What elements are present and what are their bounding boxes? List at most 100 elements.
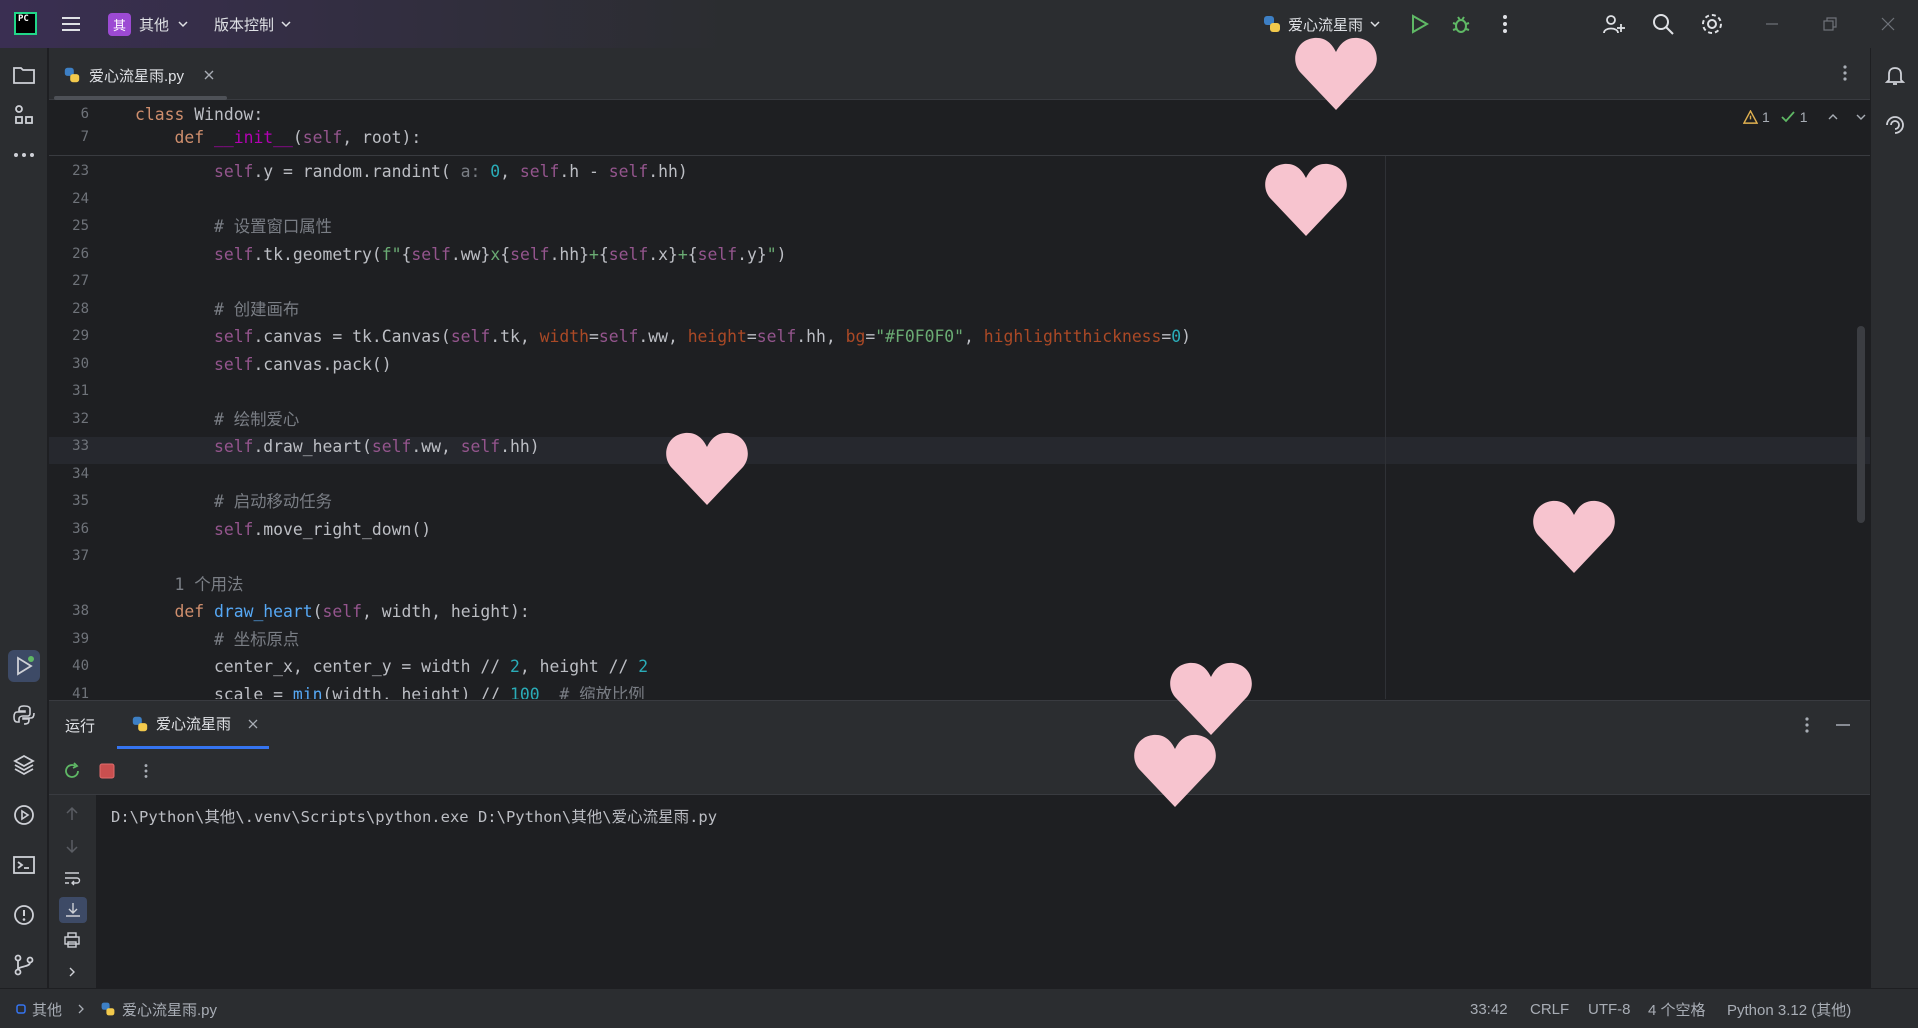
structure-tool-button[interactable]: [11, 102, 37, 128]
soft-wrap-button[interactable]: [63, 869, 81, 887]
run-more-button[interactable]: [137, 762, 155, 780]
inspection-widget[interactable]: 1 1: [1743, 109, 1868, 125]
main-menu-icon[interactable]: [60, 13, 82, 35]
line-number: 31: [72, 383, 89, 399]
rerun-button[interactable]: [62, 761, 82, 781]
line-number: 36: [72, 520, 89, 537]
code-line[interactable]: self.canvas = tk.Canvas(self.tk, width=s…: [135, 323, 1191, 350]
code-line[interactable]: 1 个用法: [135, 571, 243, 598]
scroll-to-end-button[interactable]: [59, 897, 87, 923]
minimize-button[interactable]: [1762, 14, 1782, 34]
notifications-button[interactable]: [1882, 62, 1908, 88]
run-options-button[interactable]: [1797, 715, 1817, 735]
tab-options-button[interactable]: [1835, 63, 1855, 83]
hide-run-window-button[interactable]: [1833, 715, 1853, 735]
terminal-icon: [13, 856, 35, 874]
settings-button[interactable]: [1700, 12, 1724, 36]
line-number: 39: [72, 630, 89, 647]
check-icon: [1781, 111, 1795, 123]
layers-tool-button[interactable]: [11, 752, 37, 778]
code-line[interactable]: # 坐标原点: [135, 626, 299, 653]
caret-position[interactable]: 33:42: [1470, 989, 1508, 1028]
close-tab-icon[interactable]: [246, 717, 260, 731]
heart-window[interactable]: [1532, 499, 1616, 575]
run-tool-button[interactable]: [8, 650, 40, 682]
heart-window[interactable]: [1169, 661, 1253, 737]
editor-tab[interactable]: 爱心流星雨.py: [63, 58, 216, 92]
breadcrumb-file[interactable]: 爱心流星雨.py: [122, 999, 217, 1020]
code-line[interactable]: def draw_heart(self, width, height):: [135, 598, 529, 625]
scroll-down-button[interactable]: [63, 837, 81, 855]
editor-scrollbar[interactable]: [1857, 326, 1865, 523]
code-line[interactable]: # 创建画布: [135, 296, 299, 323]
code-line[interactable]: scale = min(width, height) // 100 # 缩放比例: [135, 681, 645, 700]
search-everywhere-button[interactable]: [1651, 12, 1675, 36]
heart-window[interactable]: [1133, 733, 1217, 809]
code-line[interactable]: self.tk.geometry(f"{self.ww}x{self.hh}+{…: [135, 241, 787, 268]
ok-count: 1: [1799, 109, 1808, 125]
scroll-up-button[interactable]: [63, 805, 81, 823]
pycharm-logo[interactable]: PC: [14, 12, 37, 35]
code-line[interactable]: self.canvas.pack(): [135, 351, 392, 378]
line-number: 24: [72, 190, 89, 207]
code-line[interactable]: # 绘制爱心: [135, 406, 299, 433]
heart-window[interactable]: [1294, 36, 1378, 112]
code-line[interactable]: self.y = random.randint( a: 0, self.h - …: [135, 158, 688, 185]
title-bar: PC 其 其他 版本控制 爱心流星雨: [0, 0, 1918, 48]
code-line[interactable]: self.move_right_down(): [135, 516, 431, 543]
close-tab-icon[interactable]: [202, 68, 216, 82]
line-separator[interactable]: CRLF: [1530, 989, 1569, 1028]
print-button[interactable]: [63, 931, 81, 949]
terminal-tool-button[interactable]: [11, 852, 37, 878]
line-number: 38: [72, 603, 89, 619]
project-name: 其他: [139, 16, 170, 34]
arrow-up-icon: [66, 806, 78, 820]
code-editor[interactable]: 6 class Window: 7 def __init__(self, root)…: [49, 101, 1870, 699]
code-line[interactable]: def __init__(self, root):: [135, 124, 421, 151]
vcs-selector[interactable]: 版本控制: [214, 0, 292, 48]
console-output[interactable]: D:\Python\其他\.venv\Scripts\python.exe D:…: [111, 805, 717, 827]
problems-tool-button[interactable]: [11, 902, 37, 928]
stop-icon: [99, 763, 115, 779]
expand-toolbar-button[interactable]: [65, 965, 79, 979]
more-actions-button[interactable]: [1494, 13, 1516, 35]
code-line[interactable]: self.draw_heart(self.ww, self.hh): [135, 433, 540, 460]
indent-setting[interactable]: 4 个空格: [1648, 989, 1706, 1028]
restore-icon: [1823, 17, 1837, 31]
chevron-up-icon[interactable]: [1826, 110, 1840, 124]
python-icon: [13, 705, 35, 725]
gear-icon: [1702, 14, 1722, 34]
sticky-lines-header[interactable]: 6 class Window: 7 def __init__(self, root)…: [49, 101, 1870, 156]
minimize-icon: [1766, 23, 1778, 25]
python-packages-button[interactable]: [11, 702, 37, 728]
project-tool-button[interactable]: [11, 62, 37, 88]
tab-scroll-indicator: [54, 96, 227, 100]
heart-window[interactable]: [665, 431, 749, 507]
right-tool-strip: [1870, 48, 1918, 988]
project-selector[interactable]: 其 其他: [108, 0, 189, 48]
debug-button[interactable]: [1450, 13, 1472, 35]
code-line[interactable]: # 设置窗口属性: [135, 213, 332, 240]
ai-assistant-icon: [1886, 116, 1904, 134]
python-file-icon: [132, 716, 148, 731]
code-line[interactable]: # 启动移动任务: [135, 488, 332, 515]
python-interpreter[interactable]: Python 3.12 (其他): [1727, 989, 1851, 1028]
code-line[interactable]: center_x, center_y = width // 2, height …: [135, 653, 648, 680]
arrow-down-icon: [66, 840, 78, 854]
restore-button[interactable]: [1820, 14, 1840, 34]
services-tool-button[interactable]: [11, 802, 37, 828]
git-tool-button[interactable]: [11, 952, 37, 978]
breadcrumb-project[interactable]: 其他: [32, 999, 62, 1020]
warning-icon: [1743, 109, 1758, 124]
close-window-button[interactable]: [1878, 14, 1898, 34]
line-number: 33: [72, 438, 89, 454]
stop-button[interactable]: [98, 762, 116, 780]
run-tab[interactable]: 爱心流星雨: [131, 713, 260, 734]
file-encoding[interactable]: UTF-8: [1588, 989, 1631, 1028]
code-with-me-button[interactable]: [1602, 12, 1626, 36]
heart-window[interactable]: [1264, 162, 1348, 238]
ai-assistant-button[interactable]: [1882, 112, 1908, 138]
run-button[interactable]: [1408, 13, 1430, 35]
more-tools-button[interactable]: [11, 142, 37, 168]
chevron-down-icon[interactable]: [1854, 110, 1868, 124]
